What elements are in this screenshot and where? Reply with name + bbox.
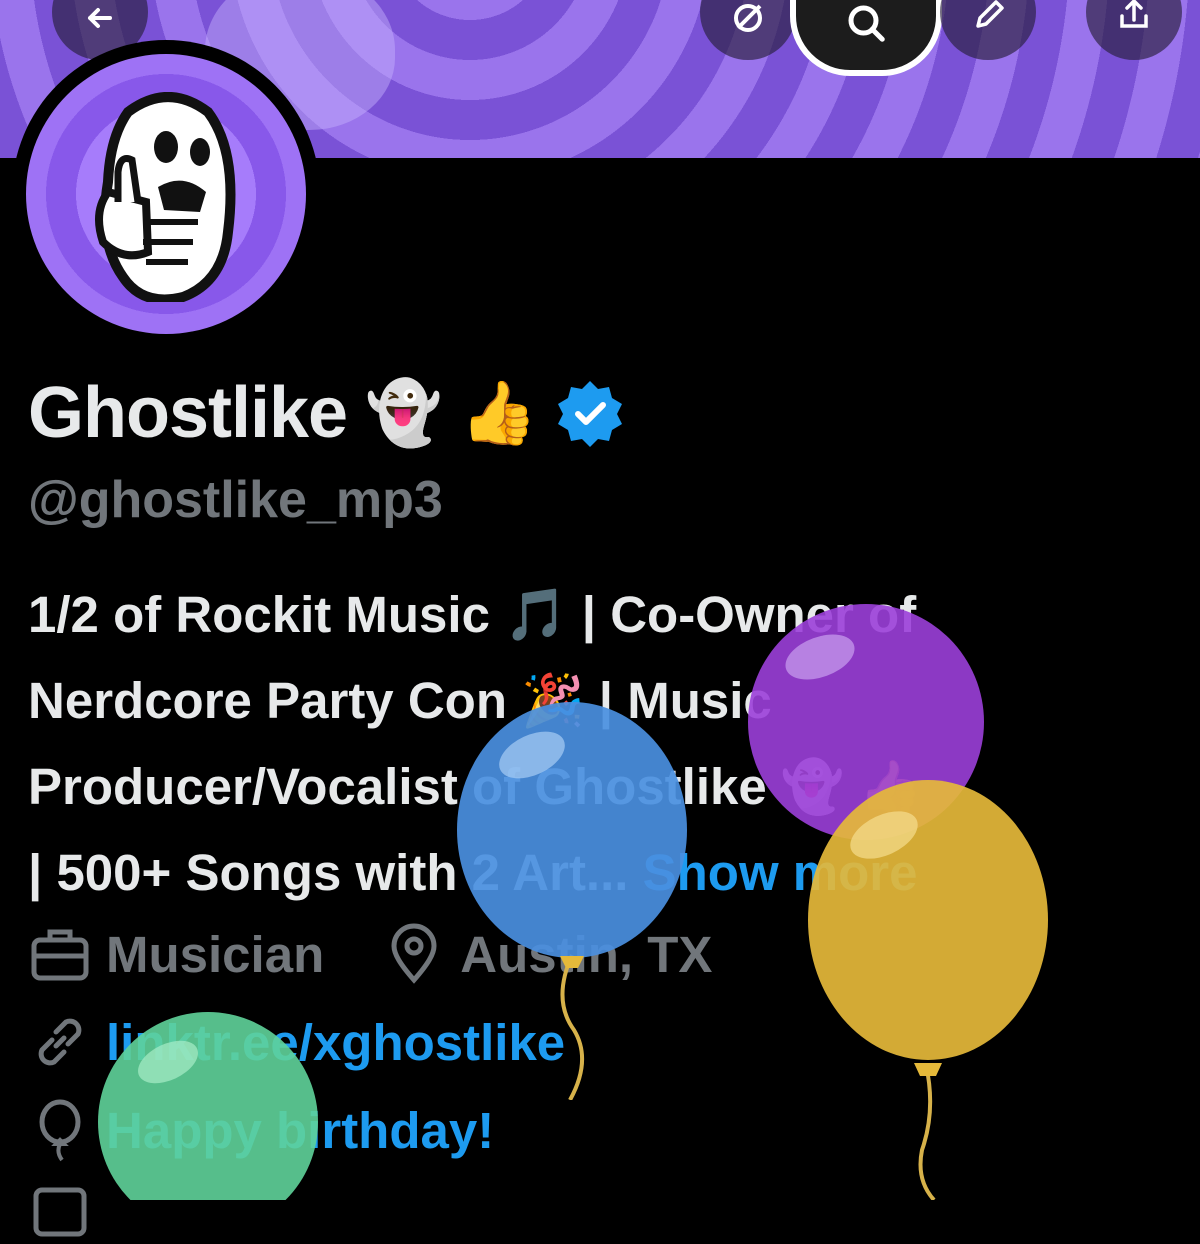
profile-name-row: Ghostlike 👻 👍 [28,372,625,454]
briefcase-icon [31,929,89,981]
avatar[interactable] [26,54,306,334]
balloon-blue [457,702,687,1100]
grok-icon [734,4,762,32]
thumbs-up-emoji: 👍 [460,376,538,449]
profile-handle: @ghostlike_mp3 [28,471,443,529]
balloon-icon [39,1099,81,1162]
balloon-gold [808,780,1048,1200]
search-icon [848,5,885,42]
profile-meta-row-partial [28,1180,92,1244]
bio-line: 1/2 of Rockit Music 🎵 | Co-Owner of [28,586,917,643]
link-icon [38,1018,82,1066]
pencil-icon [976,0,1004,28]
ghost-emoji: 👻 [365,376,443,449]
arrow-left-icon [88,8,112,28]
ghost-thumbs-up-logo [95,92,236,302]
share-icon [1120,0,1148,28]
calendar-icon [33,1187,87,1237]
verified-badge-icon[interactable] [555,378,625,448]
profile-name: Ghostlike [28,373,348,453]
balloon-green [98,1012,318,1200]
location-pin-icon [391,923,437,984]
profession-text: Musician [106,925,325,983]
